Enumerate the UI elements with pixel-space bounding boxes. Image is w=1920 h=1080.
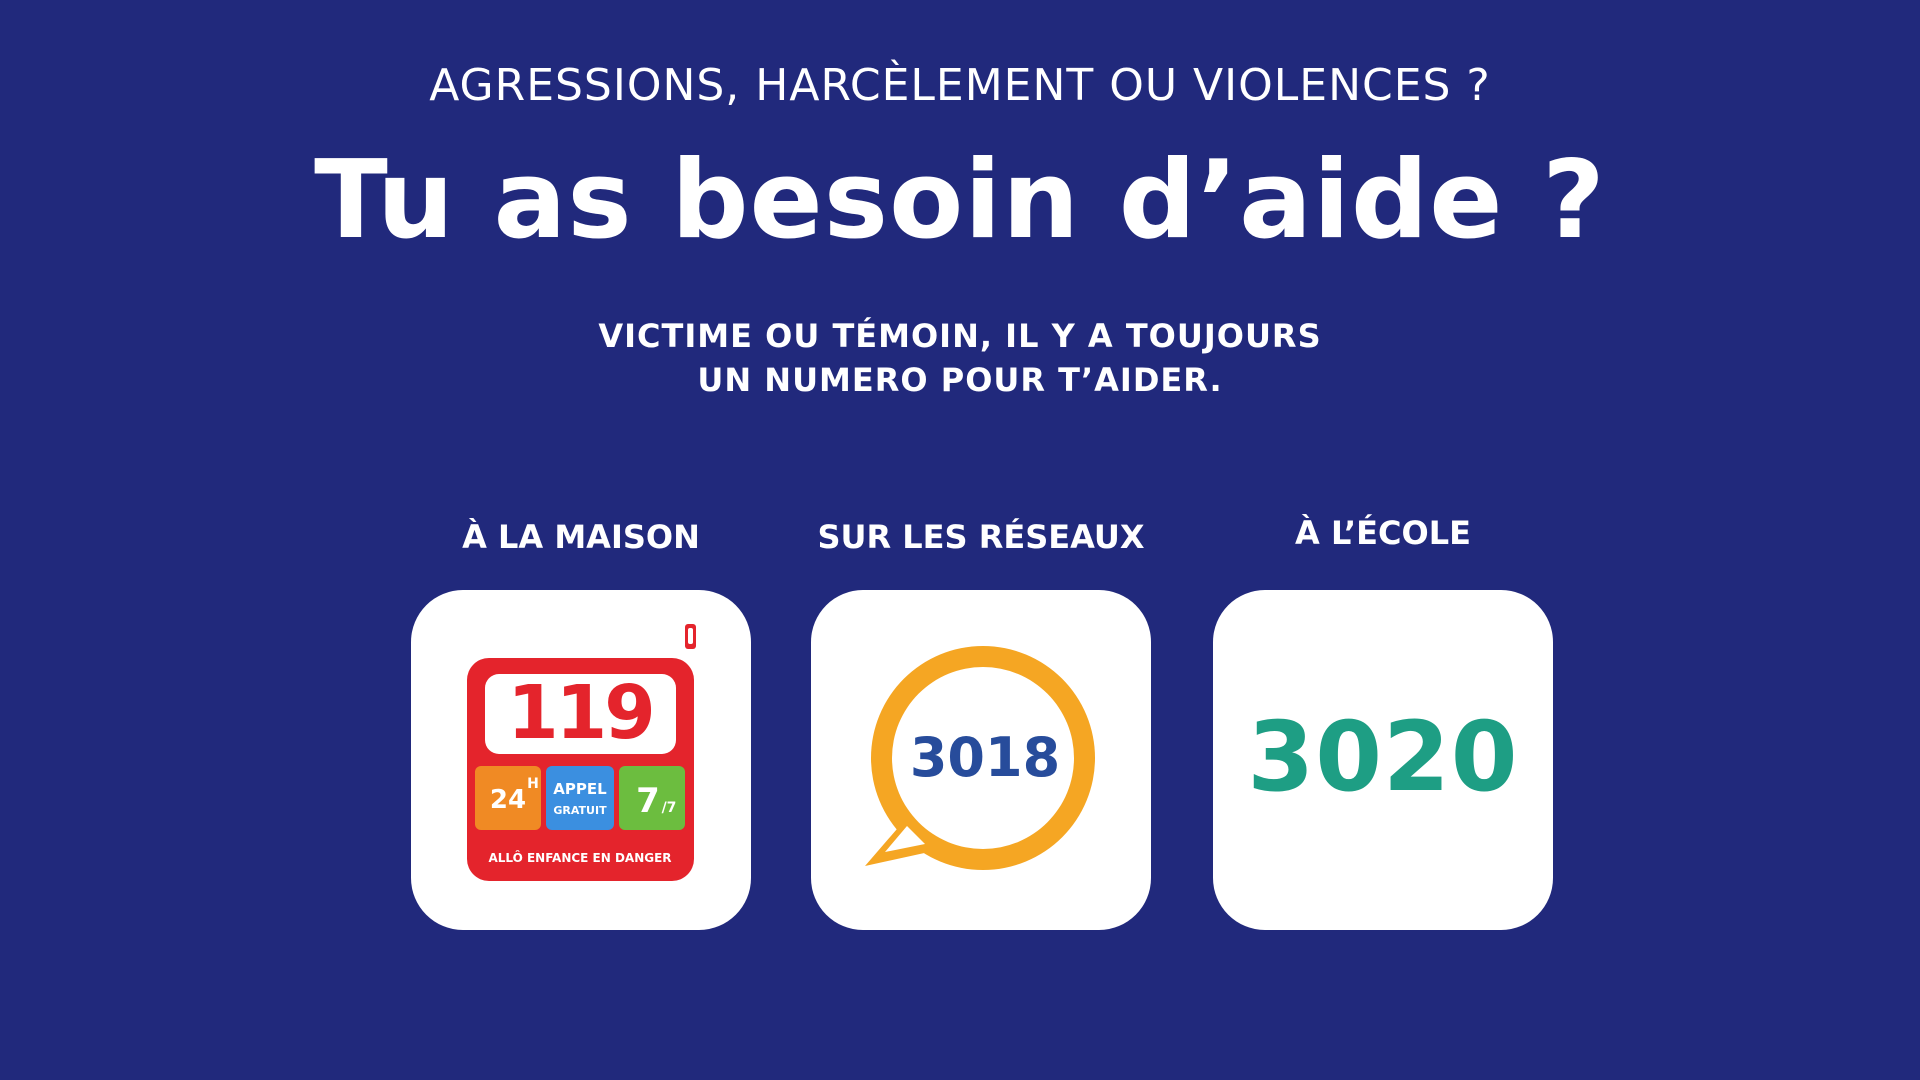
kicker-text: AGRESSIONS, HARCÈLEMENT OU VIOLENCES ? (429, 60, 1491, 111)
badge-appel-gratuit (546, 766, 614, 830)
svg-text:APPEL: APPEL (553, 780, 607, 798)
subtitle-line-2: UN NUMERO POUR T’AIDER. (697, 361, 1223, 399)
tile-119[interactable]: 119 24 H APPEL GRATUIT 7 /7 ALLÔ ENFANCE… (411, 590, 751, 930)
subtitle: VICTIME OU TÉMOIN, IL Y A TOUJOURS UN NU… (0, 314, 1920, 402)
logo-119-number: 119 (507, 670, 652, 756)
tile-3020[interactable]: 3020 (1213, 590, 1553, 930)
label-networks: SUR LES RÉSEAUX (817, 518, 1145, 556)
svg-text:24: 24 (490, 785, 526, 815)
svg-text:7: 7 (636, 781, 660, 821)
headline: Tu as besoin d’aide ? (314, 138, 1606, 263)
logo-3018-number: 3018 (910, 726, 1060, 789)
logo-3020-number: 3020 (1247, 701, 1519, 813)
logo-119: 119 24 H APPEL GRATUIT 7 /7 ALLÔ ENFANCE… (467, 624, 696, 881)
svg-text:GRATUIT: GRATUIT (553, 804, 607, 817)
logo-3018: 3018 (865, 646, 1095, 870)
label-home: À LA MAISON (462, 518, 700, 556)
subtitle-line-1: VICTIME OU TÉMOIN, IL Y A TOUJOURS (598, 317, 1322, 355)
label-school: À L’ÉCOLE (1295, 514, 1471, 552)
svg-text:/7: /7 (662, 800, 677, 816)
tile-3018[interactable]: 3018 (811, 590, 1151, 930)
logo-119-tagline: ALLÔ ENFANCE EN DANGER (488, 850, 671, 865)
svg-text:H: H (527, 776, 539, 792)
